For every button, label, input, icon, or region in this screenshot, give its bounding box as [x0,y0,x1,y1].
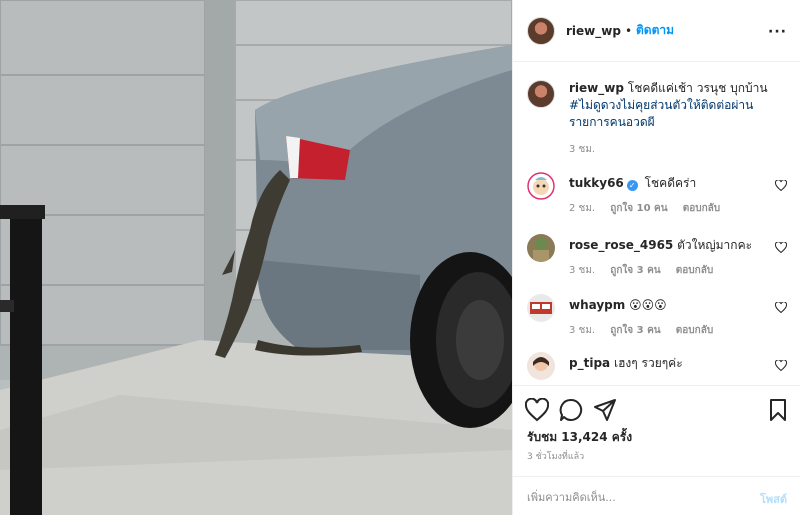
post-actions: รับชม 13,424 ครั้ง 3 ชั่วโมงที่แล้ว โพสต… [513,385,800,515]
verified-badge-icon: ✓ [626,180,638,191]
post-photo[interactable] [0,0,512,515]
comment-item: tukky66 ✓ โชคดีคร่า 2 ชม. ถูกใจ 10 คน ตอบ… [527,172,789,222]
heart-icon[interactable] [775,302,787,313]
comment-username[interactable]: whaypm [569,298,625,312]
caption-avatar[interactable] [527,80,555,108]
comment-text: ตัวใหญ่มากคะ [677,238,753,252]
caption-username[interactable]: riew_wp [569,81,624,95]
comment-time: 2 ชม. [569,203,596,214]
post-header: riew_wp • ติดตาม ··· [513,0,800,62]
comment-meta: 2 ชม. ถูกใจ 10 คน ตอบกลับ [569,201,732,216]
view-count[interactable]: รับชม 13,424 ครั้ง [527,428,632,447]
caption-text: โชคดีแค่เช้า วรนุช บุกบ้าน [627,81,768,95]
comment-meta: 3 ชม. ถูกใจ 3 คน ตอบกลับ [569,263,725,278]
author-avatar[interactable] [527,16,555,45]
reply-button[interactable]: ตอบกลับ [676,265,713,276]
post-timestamp: 3 ชั่วโมงที่แล้ว [527,452,585,462]
comment-body: p_tipa เฮงๆ รวยๆค่ะ [569,355,779,371]
author-username[interactable]: riew_wp [566,24,621,38]
comment-body: tukky66 ✓ โชคดีคร่า [569,175,779,191]
post-modal: riew_wp • ติดตาม ··· riew_wp โชคดีแค่เช้… [0,0,800,515]
caption-text-block: riew_wp โชคดีแค่เช้า วรนุช บุกบ้าน #ไม่ด… [569,80,789,131]
comment-text: 😮😮😮 [629,298,667,312]
comment-username[interactable]: p_tipa [569,356,610,370]
comment-item: whaypm 😮😮😮 3 ชม. ถูกใจ 3 คน ตอบกลับ [527,294,789,344]
post-comment-button[interactable]: โพสต์ [760,490,787,508]
commenter-avatar[interactable] [527,294,555,322]
comment-input[interactable] [527,487,727,507]
comment-likes[interactable]: ถูกใจ 3 คน [610,325,660,336]
heart-icon[interactable] [775,180,787,191]
share-paper-plane-icon[interactable] [593,398,617,422]
caption: riew_wp โชคดีแค่เช้า วรนุช บุกบ้าน #ไม่ด… [527,80,789,131]
post-side-panel: riew_wp • ติดตาม ··· riew_wp โชคดีแค่เช้… [512,0,800,515]
more-options-icon[interactable]: ··· [768,24,787,40]
heart-icon[interactable] [775,242,787,253]
comment-likes[interactable]: ถูกใจ 10 คน [610,203,667,214]
separator-dot: • [624,23,633,38]
comment-bubble-icon[interactable] [559,398,583,422]
caption-hashtag[interactable]: #ไม่ดูดวงไม่คุยส่วนตัวให้ติดต่อผ่านรายกา… [569,98,753,129]
like-heart-icon[interactable] [525,398,549,422]
comment-username[interactable]: rose_rose_4965 [569,238,673,252]
heart-icon[interactable] [775,360,787,371]
commenter-avatar[interactable] [527,352,555,380]
commenter-avatar[interactable] [527,234,555,262]
comment-text: เฮงๆ รวยๆค่ะ [613,356,683,370]
comment-body: rose_rose_4965 ตัวใหญ่มากคะ [569,237,779,253]
comment-text: โชคดีคร่า [644,176,697,190]
commenter-avatar[interactable] [527,172,555,200]
comment-box: โพสต์ [513,476,800,515]
photo-image [0,0,512,515]
reply-button[interactable]: ตอบกลับ [676,325,713,336]
comment-time: 3 ชม. [569,325,596,336]
comment-meta: 3 ชม. ถูกใจ 3 คน ตอบกลับ [569,323,725,338]
comment-body: whaypm 😮😮😮 [569,297,779,313]
follow-button[interactable]: ติดตาม [636,21,674,40]
caption-time: 3 ชม. [569,144,596,155]
comment-time: 3 ชม. [569,265,596,276]
comment-username[interactable]: tukky66 [569,176,624,190]
comment-item: p_tipa เฮงๆ รวยๆค่ะ [527,352,789,382]
bookmark-icon[interactable] [766,398,790,422]
comment-item: rose_rose_4965 ตัวใหญ่มากคะ 3 ชม. ถูกใจ … [527,234,789,284]
comment-likes[interactable]: ถูกใจ 3 คน [610,265,660,276]
reply-button[interactable]: ตอบกลับ [683,203,720,214]
